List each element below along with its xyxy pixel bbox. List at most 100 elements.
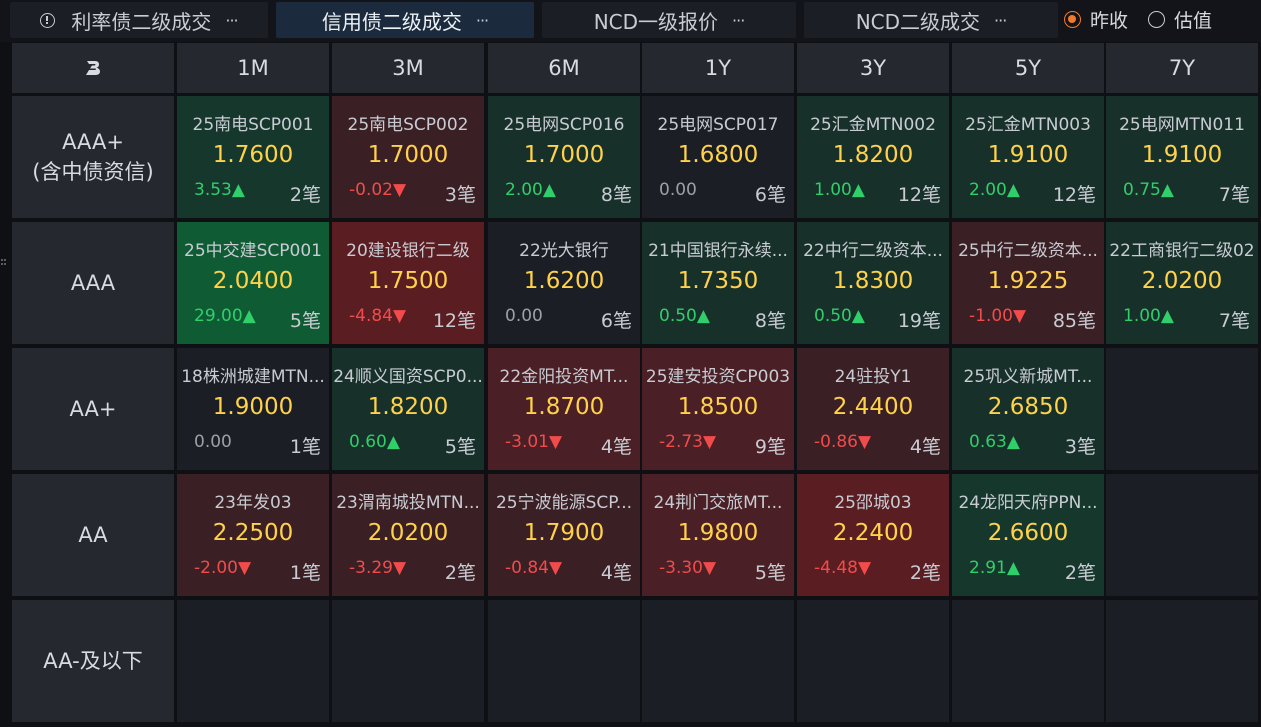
bond-quote-cell[interactable]: 23年发03 2.2500 -2.00▼ 1笔 [177,474,329,596]
bond-rate: 1.7000 [523,142,605,168]
bond-rate: 1.7900 [523,520,605,546]
column-header-3M: 3M [332,43,484,93]
row-header-rating: AAA+ (含中债资信) [12,96,174,218]
bond-name: 22金阳投资MT... [499,367,629,387]
bond-change: 0.50▲ [659,306,710,326]
bond-name: 24荆门交旅MT... [653,493,783,513]
empty-cell [1106,600,1258,722]
bond-quote-cell[interactable]: 20建设银行二级 1.7500 -4.84▼ 12笔 [332,222,484,344]
bond-quote-cell[interactable]: 25中交建SCP001 2.0400 29.00▲ 5笔 [177,222,329,344]
bond-quote-cell[interactable]: 24顺义国资SCP0... 1.8200 0.60▲ 5笔 [332,348,484,470]
bond-quote-cell[interactable]: 24驻投Y1 2.4400 -0.86▼ 4笔 [797,348,949,470]
bond-quote-cell[interactable]: 25汇金MTN003 1.9100 2.00▲ 12笔 [952,96,1104,218]
bond-name: 25南电SCP001 [192,115,314,135]
brand-logo-icon [86,61,100,75]
trade-count: 6笔 [754,184,786,206]
trade-count: 6笔 [600,310,632,332]
bond-change: 1.00▲ [814,180,865,200]
corner-logo [12,43,174,93]
bond-quote-cell[interactable]: 25南电SCP002 1.7000 -0.02▼ 3笔 [332,96,484,218]
bond-change: -3.30▼ [659,558,717,578]
bond-name: 23年发03 [214,493,292,513]
trade-count: 7笔 [1218,310,1250,332]
trade-count: 8笔 [600,184,632,206]
column-header-7Y: 7Y [1106,43,1258,93]
tab-label: 信用债二级成交 [321,9,462,34]
empty-cell [1106,474,1258,596]
bond-quote-cell[interactable]: 25南电SCP001 1.7600 3.53▲ 2笔 [177,96,329,218]
bond-quote-cell[interactable]: 24荆门交旅MT... 1.9800 -3.30▼ 5笔 [642,474,794,596]
trade-count: 1笔 [289,562,321,584]
more-options-icon[interactable]: ··· [476,11,489,30]
empty-cell [332,600,484,722]
trade-count: 3笔 [1064,436,1096,458]
bond-quote-cell[interactable]: 18株洲城建MTN... 1.9000 0.00 1笔 [177,348,329,470]
bond-name: 25建安投资CP003 [645,367,791,387]
bond-name: 21中国银行永续... [648,241,788,261]
info-icon[interactable] [40,12,56,28]
bond-change: -3.29▼ [349,558,407,578]
bond-rate: 2.6600 [987,520,1069,546]
resize-grip-icon[interactable] [1,259,7,265]
bond-change: -3.01▼ [505,432,563,452]
row-header-rating: AAA [12,222,174,344]
bond-name: 25中交建SCP001 [184,241,322,261]
bond-quote-cell[interactable]: 22金阳投资MT... 1.8700 -3.01▼ 4笔 [488,348,640,470]
trade-count: 9笔 [754,436,786,458]
bond-rate: 1.6200 [523,268,605,294]
radio-valuation[interactable]: 估值 [1148,6,1212,33]
radio-prev-close[interactable]: 昨收 [1064,6,1128,33]
bond-quote-cell[interactable]: 22中行二级资本... 1.8300 0.50▲ 19笔 [797,222,949,344]
bond-change: 2.00▲ [969,180,1020,200]
bond-rate: 2.0200 [367,520,449,546]
bond-quote-cell[interactable]: 25邵城03 2.2400 -4.48▼ 2笔 [797,474,949,596]
trade-count: 4笔 [600,436,632,458]
bond-quote-cell[interactable]: 25中行二级资本... 1.9225 -1.00▼ 85笔 [952,222,1104,344]
bond-name: 25邵城03 [834,493,912,513]
bond-change: -0.02▼ [349,180,407,200]
bond-rate: 2.6850 [987,394,1069,420]
empty-cell [952,600,1104,722]
bond-quote-cell[interactable]: 25汇金MTN002 1.8200 1.00▲ 12笔 [797,96,949,218]
bond-change: 1.00▲ [1123,306,1174,326]
bond-name: 22中行二级资本... [803,241,943,261]
trade-count: 12笔 [897,184,941,206]
bond-quote-cell[interactable]: 23渭南城投MTN... 2.0200 -3.29▼ 2笔 [332,474,484,596]
tab-ncd-secondary[interactable]: NCD二级成交 ··· [804,2,1058,38]
bond-change: -4.48▼ [814,558,872,578]
bond-rate: 2.0400 [212,268,294,294]
tab-credit-bond-secondary[interactable]: 信用债二级成交 ··· [276,2,534,38]
rating-label: (含中债资信) [32,160,154,184]
bond-quote-cell[interactable]: 25电网SCP016 1.7000 2.00▲ 8笔 [488,96,640,218]
more-options-icon[interactable]: ··· [225,11,238,30]
bond-quote-cell[interactable]: 25宁波能源SCP... 1.7900 -0.84▼ 4笔 [488,474,640,596]
empty-cell [488,600,640,722]
radio-unchecked-icon [1148,11,1166,28]
empty-cell [797,600,949,722]
tab-ncd-primary-quote[interactable]: NCD一级报价 ··· [542,2,796,38]
bond-rate: 1.8500 [677,394,759,420]
bond-quote-cell[interactable]: 25建安投资CP003 1.8500 -2.73▼ 9笔 [642,348,794,470]
bond-quote-cell[interactable]: 25巩义新城MT... 2.6850 0.63▲ 3笔 [952,348,1104,470]
bond-quote-cell[interactable]: 25电网SCP017 1.6800 0.00 6笔 [642,96,794,218]
bond-change: 0.63▲ [969,432,1020,452]
bond-rate: 1.8200 [367,394,449,420]
tab-label: 利率债二级成交 [71,9,212,34]
radio-label: 昨收 [1090,10,1129,32]
radio-label: 估值 [1174,10,1213,32]
row-header-rating: AA-及以下 [12,600,174,722]
tab-rate-bond-secondary[interactable]: 利率债二级成交 ··· [10,2,268,38]
more-options-icon[interactable]: ··· [732,11,745,30]
bond-rate: 1.8200 [832,142,914,168]
trade-count: 19笔 [897,310,941,332]
bond-quote-cell[interactable]: 25电网MTN011 1.9100 0.75▲ 7笔 [1106,96,1258,218]
more-options-icon[interactable]: ··· [994,11,1007,30]
bond-quote-cell[interactable]: 21中国银行永续... 1.7350 0.50▲ 8笔 [642,222,794,344]
bond-name: 22光大银行 [519,241,609,261]
bond-rate: 2.0200 [1141,268,1223,294]
rating-label: AAA [70,271,116,295]
bond-quote-cell[interactable]: 22光大银行 1.6200 0.00 6笔 [488,222,640,344]
bond-quote-cell[interactable]: 24龙阳天府PPN... 2.6600 2.91▲ 2笔 [952,474,1104,596]
bond-quote-cell[interactable]: 22工商银行二级02 2.0200 1.00▲ 7笔 [1106,222,1258,344]
bond-name: 24顺义国资SCP0... [333,367,483,387]
